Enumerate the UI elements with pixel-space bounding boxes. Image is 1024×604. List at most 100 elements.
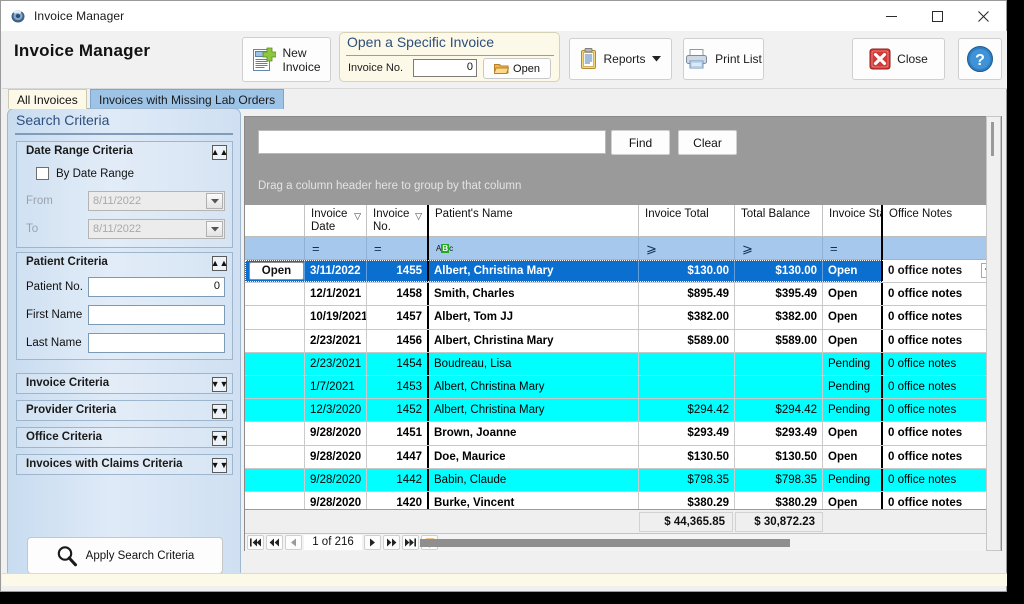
cell-total[interactable]: $130.00 [639,260,735,283]
column-header-open[interactable] [245,205,305,237]
clear-button[interactable]: Clear [678,130,737,155]
patient-no-input[interactable]: 0 [88,277,225,297]
sort-filter-icon-date[interactable]: ▽ [354,211,361,222]
cell-no[interactable]: 1455 [367,260,429,283]
cell-total[interactable] [639,352,735,375]
cell-no[interactable]: 1453 [367,375,429,399]
cell-status[interactable]: Open [823,491,883,509]
column-header-no[interactable]: Invoice No. ▽ [367,205,429,237]
cell-patient[interactable]: Boudreau, Lisa [429,352,639,375]
cell-notes[interactable]: 0 office notes [883,352,1001,375]
cell-date[interactable]: 9/28/2020 [305,468,367,491]
previous-record-button[interactable] [285,535,302,550]
cell-no[interactable]: 1447 [367,445,429,468]
open-invoice-button[interactable]: Open [483,58,551,79]
cell-date[interactable]: 9/28/2020 [305,445,367,468]
cell-date[interactable]: 1/7/2021 [305,375,367,399]
find-button[interactable]: Find [611,130,670,155]
cell-patient[interactable]: Doe, Maurice [429,445,639,468]
cell-open[interactable] [245,468,305,491]
office-criteria-group[interactable]: Office Criteria ▼▼ [16,427,233,448]
next-page-button[interactable] [383,535,400,550]
filter-cell-balance[interactable]: ⩾ [735,237,823,260]
cell-balance[interactable]: $293.49 [735,422,823,445]
table-row[interactable]: 12/1/2021 1458 Smith, Charles $895.49 $395.4… [245,283,1001,307]
maximize-icon[interactable] [914,1,960,31]
minimize-icon[interactable] [868,1,914,31]
cell-open[interactable] [245,491,305,509]
cell-total[interactable]: $382.00 [639,306,735,329]
close-button[interactable]: Close [852,38,945,80]
cell-notes[interactable]: 0 office notes [883,375,1001,399]
cell-no[interactable]: 1420 [367,491,429,509]
cell-notes[interactable]: 0 office notes [883,468,1001,491]
cell-date[interactable]: 12/1/2021 [305,283,367,306]
cell-total[interactable]: $294.42 [639,399,735,422]
cell-status[interactable]: Open [823,422,883,445]
table-row[interactable]: 9/28/2020 1442 Babin, Claude $798.35 $798.35… [245,468,1001,492]
cell-notes[interactable]: 0 office notes [883,329,1001,352]
table-row[interactable]: 1/7/2021 1453 Albert, Christina Mary Pendin… [245,375,1001,400]
table-row[interactable]: 12/3/2020 1452 Albert, Christina Mary $294.… [245,399,1001,423]
cell-notes[interactable]: 0 office notes [883,491,1001,509]
date-range-criteria-header[interactable]: Date Range Criteria ▲▲ [17,142,232,163]
cell-date[interactable]: 3/11/2022 [305,260,367,283]
cell-balance[interactable] [735,375,823,399]
cell-date[interactable]: 2/23/2021 [305,329,367,352]
cell-patient[interactable]: Albert, Christina Mary [429,329,639,352]
cell-date[interactable]: 10/19/2021 [305,306,367,329]
cell-patient[interactable]: Albert, Christina Mary [429,399,639,422]
date-from-combo[interactable]: 8/11/2022 [88,191,225,211]
cell-patient[interactable]: Albert, Tom JJ [429,306,639,329]
cell-no[interactable]: 1456 [367,329,429,352]
table-row[interactable]: 9/28/2020 1420 Burke, Vincent $380.29 $380.2… [245,491,1001,509]
chevron-down-icon-provider-criteria[interactable]: ▼▼ [211,404,228,419]
cell-balance[interactable]: $130.00 [735,260,823,283]
cell-status[interactable]: Pending [823,352,883,375]
column-header-balance[interactable]: Total Balance [735,205,823,237]
cell-balance[interactable]: $382.00 [735,306,823,329]
filter-cell-date[interactable]: = [305,237,367,260]
cell-open[interactable] [245,422,305,445]
table-row[interactable]: 9/28/2020 1451 Brown, Joanne $293.49 $293.49… [245,422,1001,446]
cell-patient[interactable]: Albert, Christina Mary [429,260,639,283]
date-to-combo[interactable]: 8/11/2022 [88,219,225,239]
cell-status[interactable]: Pending [823,468,883,491]
cell-date[interactable]: 12/3/2020 [305,399,367,422]
last-page-button[interactable] [402,535,419,550]
cell-notes[interactable]: 0 office notes [883,399,1001,422]
open-row-button[interactable]: Open [249,262,304,280]
cell-patient[interactable]: Babin, Claude [429,468,639,491]
cell-total[interactable]: $589.00 [639,329,735,352]
cell-open[interactable] [245,352,305,375]
invoice-no-input[interactable]: 0 [413,59,477,77]
cell-status[interactable]: Pending [823,375,883,399]
cell-total[interactable]: $293.49 [639,422,735,445]
cell-patient[interactable]: Burke, Vincent [429,491,639,509]
chevron-down-icon-office-criteria[interactable]: ▼▼ [211,431,228,446]
filter-cell-notes[interactable] [883,237,1001,260]
patient-criteria-header[interactable]: Patient Criteria ▲▲ [17,253,232,274]
chevron-down-icon-claims-criteria[interactable]: ▼▼ [211,458,228,473]
help-button[interactable]: ? [958,38,1002,80]
table-row[interactable]: 10/19/2021 1457 Albert, Tom JJ $382.00 $382.… [245,306,1001,330]
cell-date[interactable]: 2/23/2021 [305,352,367,375]
chevron-down-icon-date-to[interactable] [206,221,223,237]
cell-no[interactable]: 1454 [367,352,429,375]
apply-search-criteria-button[interactable]: Apply Search Criteria [27,537,223,574]
cell-open[interactable] [245,375,305,399]
horizontal-scrollbar-thumb[interactable] [420,539,790,547]
by-date-range-row[interactable]: By Date Range [36,167,134,180]
cell-open[interactable]: Open [245,260,305,283]
vertical-scrollbar[interactable] [986,116,1001,551]
by-date-range-checkbox[interactable] [36,167,49,180]
cell-notes[interactable]: 0 office notes [883,260,1001,283]
close-window-icon[interactable] [960,1,1006,31]
cell-total[interactable]: $130.50 [639,445,735,468]
table-row[interactable]: 2/23/2021 1456 Albert, Christina Mary $589.… [245,329,1001,353]
previous-page-button[interactable] [266,535,283,550]
cell-no[interactable]: 1442 [367,468,429,491]
invoice-criteria-group[interactable]: Invoice Criteria ▼▼ [16,373,233,394]
column-header-total[interactable]: Invoice Total [639,205,735,237]
vertical-scrollbar-thumb[interactable] [991,122,994,156]
